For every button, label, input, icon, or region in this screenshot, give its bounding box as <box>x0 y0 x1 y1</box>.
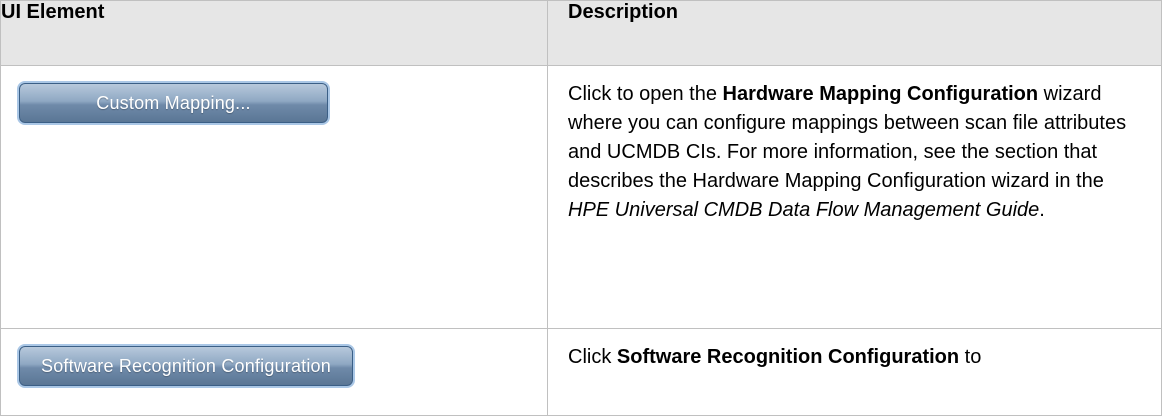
description-text: Click Software Recognition Configuration… <box>548 329 1161 372</box>
ui-element-cell: Software Recognition Configuration <box>0 328 548 416</box>
table-row: Software Recognition Configuration Click… <box>0 328 1162 416</box>
desc-text: . <box>1039 199 1045 221</box>
desc-text: Click <box>568 346 617 368</box>
description-text: Click to open the Hardware Mapping Confi… <box>548 66 1161 225</box>
ui-element-cell: Custom Mapping... <box>0 65 548 329</box>
desc-text: Click to open the <box>568 83 723 105</box>
software-recognition-configuration-button[interactable]: Software Recognition Configuration <box>19 346 353 386</box>
table-row: Custom Mapping... Click to open the Hard… <box>0 65 1162 329</box>
description-cell: Click Software Recognition Configuration… <box>547 328 1162 416</box>
desc-text: to <box>959 346 982 368</box>
column-header-description: Description <box>547 0 1162 66</box>
column-header-ui-element: UI Element <box>0 0 548 66</box>
description-cell: Click to open the Hardware Mapping Confi… <box>547 65 1162 329</box>
ui-element-table: UI Element Description Custom Mapping...… <box>0 0 1162 416</box>
desc-bold-term: Hardware Mapping Configuration <box>722 83 1039 105</box>
custom-mapping-button[interactable]: Custom Mapping... <box>19 83 328 123</box>
desc-bold-term: Software Recognition Configuration <box>616 346 960 368</box>
desc-guide-title: HPE Universal CMDB Data Flow Management … <box>568 199 1040 221</box>
table-header-row: UI Element Description <box>0 0 1162 66</box>
